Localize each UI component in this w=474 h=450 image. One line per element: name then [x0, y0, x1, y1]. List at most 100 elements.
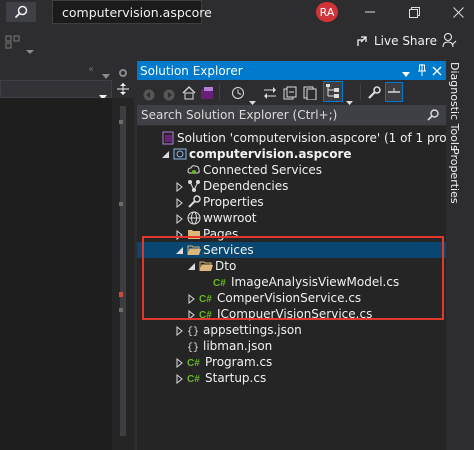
- tree-item[interactable]: {} appsettings.json: [137, 322, 446, 338]
- tab-overflow-icon[interactable]: [102, 65, 110, 79]
- collapsed-arrow-icon[interactable]: [187, 293, 197, 305]
- csharp-file-icon: C#: [213, 275, 227, 289]
- collapsed-arrow-icon[interactable]: [187, 309, 197, 321]
- tree-item[interactable]: C# Program.cs: [137, 354, 446, 370]
- preview-selected-items-button[interactable]: [323, 81, 343, 102]
- tree-item[interactable]: Dto: [137, 258, 446, 274]
- solution-explorer-title-bar: Solution Explorer: [137, 61, 446, 80]
- chevron-down-icon[interactable]: [26, 40, 34, 54]
- tree-item[interactable]: Pages: [137, 226, 446, 242]
- csharp-file-icon: C#: [187, 371, 201, 385]
- tree-item-label: Dto: [215, 259, 237, 273]
- back-icon[interactable]: [143, 86, 155, 101]
- collapsed-arrow-icon[interactable]: [175, 373, 185, 385]
- split-editor-icon[interactable]: [112, 80, 134, 98]
- collapse-all-icon[interactable]: [283, 85, 297, 100]
- expanded-arrow-icon[interactable]: [161, 149, 171, 159]
- switch-views-icon[interactable]: [200, 85, 214, 99]
- collapsed-arrow-icon[interactable]: [175, 229, 185, 241]
- pending-changes-icon[interactable]: [231, 85, 245, 99]
- scroll-tabs-icon[interactable]: «: [88, 64, 94, 75]
- restore-icon[interactable]: [404, 2, 424, 22]
- tree-item-label: wwwroot: [203, 211, 257, 225]
- settings-gear-icon[interactable]: [118, 63, 128, 77]
- show-all-files-icon[interactable]: [303, 85, 317, 101]
- svg-text:C#: C#: [199, 294, 212, 305]
- search-icon: [14, 5, 28, 19]
- tree-item[interactable]: Services: [137, 242, 446, 258]
- csharp-file-icon: C#: [199, 291, 213, 305]
- navigation-dropdown[interactable]: [0, 80, 112, 100]
- globe-icon: [187, 211, 201, 225]
- svg-text:{}: {}: [187, 326, 199, 337]
- collapsed-arrow-icon[interactable]: [175, 325, 185, 337]
- close-icon[interactable]: [448, 2, 468, 22]
- window-position-icon[interactable]: [402, 67, 410, 77]
- editor-scrollbar[interactable]: [112, 98, 134, 450]
- tree-item-label: ComperVisionService.cs: [217, 291, 362, 305]
- close-panel-icon[interactable]: [432, 65, 442, 76]
- tree-item[interactable]: C# ImageAnalysisViewModel.cs: [137, 274, 446, 290]
- tree-item[interactable]: Dependencies: [137, 178, 446, 194]
- tree-item[interactable]: Properties: [137, 194, 446, 210]
- toolbar-grid-icon[interactable]: [5, 34, 21, 49]
- expanded-arrow-icon[interactable]: [187, 261, 197, 271]
- collapsed-arrow-icon[interactable]: [175, 357, 185, 369]
- solution-explorer-search[interactable]: Search Solution Explorer (Ctrl+;): [137, 105, 446, 125]
- svg-text:C#: C#: [199, 310, 212, 321]
- solution-explorer-toolbar: [137, 80, 446, 105]
- open-folder-icon: [199, 259, 213, 273]
- tree-view-icon: [326, 84, 339, 98]
- csharp-file-icon: C#: [199, 307, 213, 321]
- connected-services-icon: [187, 163, 201, 177]
- svg-text:C#: C#: [187, 374, 200, 385]
- open-folder-icon: [187, 243, 201, 257]
- tree-item[interactable]: C# ICompuerVisionService.cs: [137, 306, 446, 322]
- csharp-file-icon: C#: [187, 355, 201, 369]
- solution-icon: [161, 131, 175, 145]
- tree-item[interactable]: computervision.aspcore: [137, 146, 446, 162]
- tree-item-label: computervision.aspcore: [189, 147, 352, 161]
- web-project-icon: [173, 147, 187, 161]
- tree-item[interactable]: Connected Services: [137, 162, 446, 178]
- solution-tree: Solution 'computervision.aspcore' (1 of …: [137, 126, 473, 450]
- tree-item-label: Connected Services: [203, 163, 323, 177]
- svg-text:{}: {}: [187, 342, 199, 353]
- dropdown-chevron-icon: [99, 86, 107, 100]
- expanded-arrow-icon[interactable]: [175, 245, 185, 255]
- editor-tab-strip: «: [0, 60, 134, 80]
- tab-properties[interactable]: Properties: [448, 148, 461, 204]
- tree-item-label: Properties: [203, 195, 264, 209]
- collapsed-arrow-icon[interactable]: [175, 197, 185, 209]
- preview-button[interactable]: [385, 82, 403, 102]
- feedback-icon[interactable]: [441, 32, 457, 48]
- avatar[interactable]: RA: [316, 2, 338, 22]
- tree-item-label: appsettings.json: [203, 323, 302, 337]
- collapsed-arrow-icon[interactable]: [175, 181, 185, 193]
- pin-icon[interactable]: [417, 64, 427, 76]
- collapsed-arrow-icon[interactable]: [175, 213, 185, 225]
- home-icon[interactable]: [182, 85, 196, 100]
- forward-icon[interactable]: [163, 86, 175, 101]
- filter-dropdown-icon[interactable]: [249, 91, 256, 105]
- solution-name: computervision.aspcore: [52, 0, 212, 24]
- tree-item-label: Dependencies: [203, 179, 289, 193]
- tree-item-label: Program.cs: [205, 355, 273, 369]
- search-icon: [427, 109, 439, 121]
- search-button[interactable]: [6, 2, 36, 22]
- tree-item[interactable]: C# ComperVisionService.cs: [137, 290, 446, 306]
- tree-item[interactable]: C# Startup.cs: [137, 370, 446, 386]
- tree-item[interactable]: {} libman.json: [137, 338, 446, 354]
- tree-item-label: Solution 'computervision.aspcore' (1 of …: [177, 131, 474, 145]
- live-share-label: Live Share: [374, 34, 437, 48]
- view-dropdown-icon[interactable]: [346, 91, 353, 105]
- tree-item[interactable]: wwwroot: [137, 210, 446, 226]
- tab-diagnostic-tools[interactable]: Diagnostic Tools: [448, 62, 461, 151]
- properties-wrench-icon[interactable]: [367, 85, 381, 99]
- json-file-icon: {}: [187, 339, 201, 354]
- minimize-icon[interactable]: [360, 2, 380, 22]
- tree-item[interactable]: Solution 'computervision.aspcore' (1 of …: [137, 130, 473, 146]
- live-share-button[interactable]: Live Share: [356, 32, 437, 50]
- tree-item-label: ICompuerVisionService.cs: [217, 307, 373, 321]
- sync-icon[interactable]: [263, 85, 277, 99]
